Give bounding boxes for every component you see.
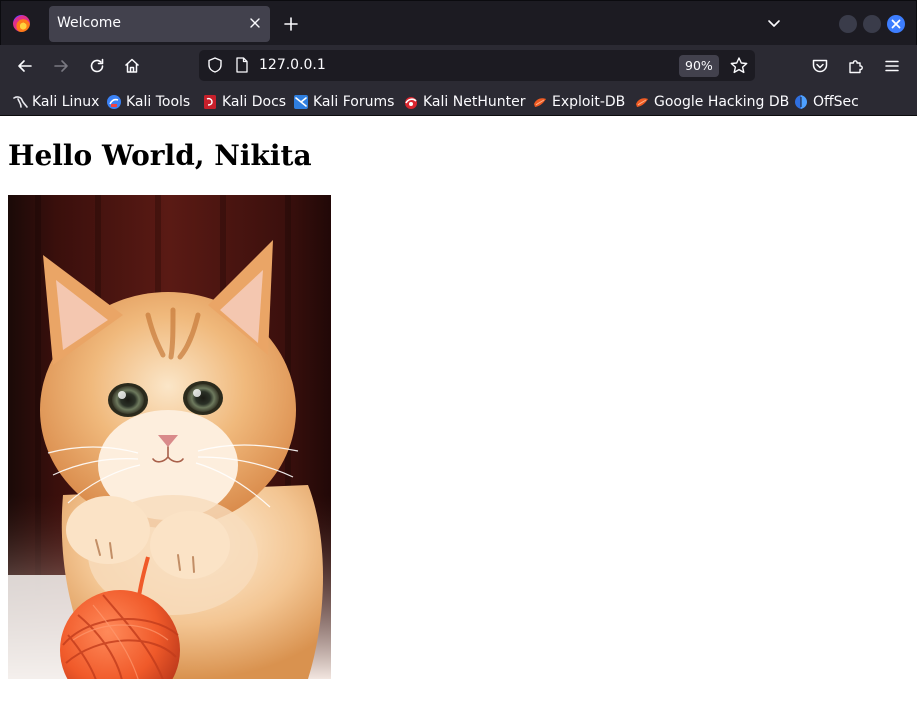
kali-docs-icon bbox=[204, 95, 216, 109]
bookmark-exploit-db[interactable]: Exploit-DB bbox=[532, 92, 625, 112]
extensions-puzzle-icon[interactable] bbox=[846, 56, 866, 76]
bookmark-label: Exploit-DB bbox=[552, 94, 626, 110]
kali-forums-icon bbox=[294, 95, 308, 109]
bookmark-star-icon[interactable] bbox=[729, 56, 749, 75]
bookmark-kali-linux[interactable]: Kali Linux bbox=[12, 92, 99, 112]
page-document-icon[interactable] bbox=[234, 56, 250, 74]
tracking-protection-shield-icon[interactable] bbox=[206, 56, 224, 74]
bookmark-label: Kali NetHunter bbox=[423, 94, 526, 110]
bookmark-label: Kali Forums bbox=[313, 94, 395, 110]
close-tab-icon[interactable] bbox=[248, 16, 262, 30]
address-bar[interactable]: 127.0.0.1 90% bbox=[199, 50, 755, 81]
minimize-window-button[interactable] bbox=[839, 15, 857, 33]
list-all-tabs-chevron-icon[interactable] bbox=[765, 15, 783, 33]
maximize-window-button[interactable] bbox=[863, 15, 881, 33]
bookmark-label: Kali Docs bbox=[222, 94, 287, 110]
close-window-icon bbox=[891, 19, 901, 29]
bookmarks-toolbar: Kali Linux Kali Tools Kali Docs Kali For… bbox=[0, 87, 917, 116]
tab-strip: Welcome bbox=[0, 0, 917, 45]
nethunter-icon bbox=[405, 97, 417, 109]
zoom-level-badge[interactable]: 90% bbox=[679, 55, 719, 77]
navigation-toolbar: 127.0.0.1 90% bbox=[0, 45, 917, 87]
url-text[interactable]: 127.0.0.1 bbox=[259, 57, 326, 73]
page-heading: Hello World, Nikita bbox=[8, 139, 312, 172]
tab-title: Welcome bbox=[57, 15, 122, 31]
bookmark-label: Kali Tools bbox=[126, 94, 191, 110]
bookmark-kali-tools[interactable]: Kali Tools bbox=[106, 92, 190, 112]
bookmark-label: Kali Linux bbox=[32, 94, 100, 110]
home-icon[interactable] bbox=[122, 56, 142, 76]
close-window-button[interactable] bbox=[887, 15, 905, 33]
forward-arrow-icon[interactable] bbox=[51, 56, 71, 76]
reload-icon[interactable] bbox=[87, 56, 107, 76]
bookmark-kali-nethunter[interactable]: Kali NetHunter bbox=[403, 92, 525, 112]
bookmark-kali-forums[interactable]: Kali Forums bbox=[293, 92, 394, 112]
bookmark-offsec[interactable]: OffSec bbox=[793, 92, 859, 112]
back-arrow-icon[interactable] bbox=[15, 56, 35, 76]
pocket-icon[interactable] bbox=[810, 56, 830, 76]
tab-welcome[interactable]: Welcome bbox=[49, 6, 270, 42]
firefox-logo-icon[interactable] bbox=[13, 15, 30, 32]
bookmark-label: OffSec bbox=[813, 94, 859, 110]
new-tab-plus-icon[interactable] bbox=[282, 15, 300, 33]
ghdb-icon bbox=[636, 98, 648, 107]
page-content: Hello World, Nikita bbox=[0, 117, 917, 702]
hamburger-menu-icon[interactable] bbox=[882, 56, 902, 76]
kali-tools-icon bbox=[107, 95, 121, 109]
offsec-icon bbox=[795, 95, 807, 109]
bookmark-kali-docs[interactable]: Kali Docs bbox=[202, 92, 286, 112]
bookmark-label: Google Hacking DB bbox=[654, 94, 790, 110]
kitten-image bbox=[8, 195, 331, 679]
exploit-db-icon bbox=[534, 98, 546, 107]
bookmark-google-hacking-db[interactable]: Google Hacking DB bbox=[634, 92, 789, 112]
kali-dragon-icon bbox=[13, 96, 28, 108]
